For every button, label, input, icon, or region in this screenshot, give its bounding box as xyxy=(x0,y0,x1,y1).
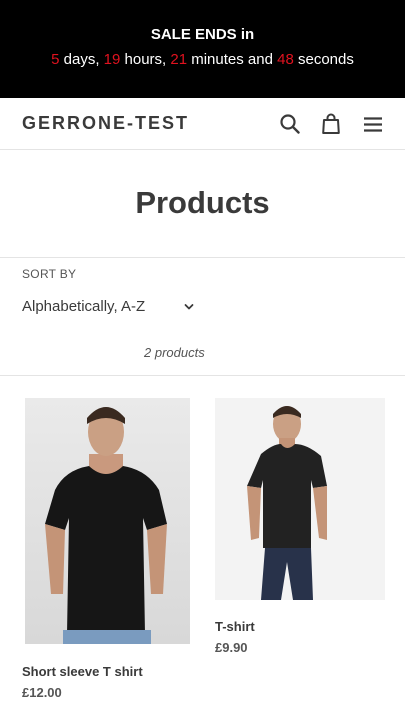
announcement-title: SALE ENDS in xyxy=(150,26,255,43)
countdown-hours: 19 xyxy=(103,51,121,68)
countdown-timer: 5 days, 19 hours, 21 minutes and 48 seco… xyxy=(0,51,405,68)
cart-icon[interactable] xyxy=(319,112,343,136)
product-price: £12.00 xyxy=(22,685,62,700)
product-title[interactable]: T-shirt xyxy=(215,619,255,634)
announcement-bar: SALE ENDS in 5 days, 19 hours, 21 minute… xyxy=(0,0,405,98)
menu-icon[interactable] xyxy=(361,112,385,136)
chevron-down-icon[interactable] xyxy=(183,301,195,313)
product-photo-man-black-tshirt xyxy=(45,407,167,644)
store-logo[interactable]: GERRONE-TEST xyxy=(22,113,189,134)
page-title: Products xyxy=(135,185,270,220)
search-icon[interactable] xyxy=(278,112,302,136)
countdown-minutes-label: minutes and xyxy=(187,51,278,68)
sort-by-label: SORT BY xyxy=(22,267,77,281)
product-price: £9.90 xyxy=(215,640,248,655)
countdown-days-label: days, xyxy=(59,51,104,68)
product-title[interactable]: Short sleeve T shirt xyxy=(22,664,143,679)
countdown-seconds-label: seconds xyxy=(293,51,354,68)
divider xyxy=(0,375,405,376)
countdown-hours-label: hours, xyxy=(120,51,171,68)
product-image[interactable] xyxy=(25,398,190,644)
divider xyxy=(0,257,405,258)
product-photo-man-black-tshirt xyxy=(247,406,327,600)
product-count: 2 products xyxy=(144,345,205,360)
countdown-minutes: 21 xyxy=(170,51,188,68)
sort-by-select[interactable]: Alphabetically, A-Z xyxy=(22,298,145,315)
site-header: GERRONE-TEST xyxy=(0,98,405,150)
product-image[interactable] xyxy=(215,398,385,600)
countdown-seconds: 48 xyxy=(277,51,294,68)
